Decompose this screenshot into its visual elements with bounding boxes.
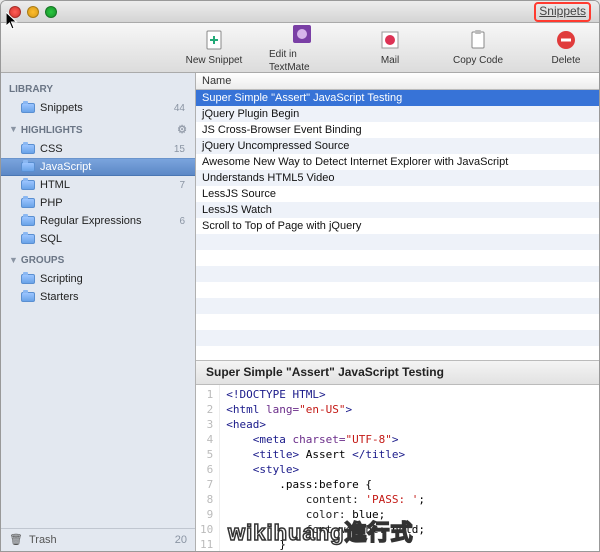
folder-icon: [21, 274, 35, 284]
snippet-list[interactable]: Super Simple "Assert" JavaScript Testing…: [196, 90, 599, 360]
list-row[interactable]: Super Simple "Assert" JavaScript Testing: [196, 90, 599, 106]
folder-icon: [21, 180, 35, 190]
sidebar-item-label: PHP: [40, 196, 63, 210]
list-row[interactable]: [196, 234, 599, 250]
list-row[interactable]: Scroll to Top of Page with jQuery: [196, 218, 599, 234]
line-gutter: 1 2 3 4 5 6 7 8 9 10 11 12 13 14 15 16 1…: [196, 385, 220, 551]
sidebar-item-html[interactable]: HTML 7: [1, 176, 195, 194]
list-row[interactable]: Awesome New Way to Detect Internet Explo…: [196, 154, 599, 170]
disclosure-icon: ▼: [9, 255, 18, 267]
new-snippet-label: New Snippet: [186, 54, 243, 67]
sidebar: LIBRARY Snippets 44 ▼ HIGHLIGHTS ⚙ CSS 15…: [1, 73, 196, 551]
sidebar-item-count: 7: [179, 179, 189, 192]
stamp-icon: [378, 28, 402, 52]
sidebar-item-php[interactable]: PHP: [1, 194, 195, 212]
zoom-window-button[interactable]: [45, 6, 57, 18]
sidebar-item-label: HTML: [40, 178, 70, 192]
sidebar-item-label: Starters: [40, 290, 79, 304]
sidebar-item-label: JavaScript: [40, 160, 91, 174]
list-row[interactable]: jQuery Plugin Begin: [196, 106, 599, 122]
minimize-window-button[interactable]: [27, 6, 39, 18]
delete-icon: [554, 28, 578, 52]
sidebar-item-javascript[interactable]: JavaScript: [1, 158, 195, 176]
edit-textmate-button[interactable]: Edit in TextMate: [269, 22, 335, 74]
textmate-icon: [290, 22, 314, 46]
sidebar-item-count: 44: [174, 102, 189, 115]
highlights-header[interactable]: ▼ HIGHLIGHTS ⚙: [1, 117, 195, 140]
sidebar-item-label: CSS: [40, 142, 63, 156]
library-header: LIBRARY: [1, 77, 195, 99]
sidebar-item-snippets[interactable]: Snippets 44: [1, 99, 195, 117]
list-row[interactable]: JS Cross-Browser Event Binding: [196, 122, 599, 138]
list-row[interactable]: [196, 282, 599, 298]
sidebar-item-css[interactable]: CSS 15: [1, 140, 195, 158]
list-row[interactable]: [196, 314, 599, 330]
list-row[interactable]: Understands HTML5 Video: [196, 170, 599, 186]
list-row[interactable]: [196, 346, 599, 360]
delete-button[interactable]: Delete: [533, 28, 599, 67]
sidebar-item-scripting[interactable]: Scripting: [1, 270, 195, 288]
sidebar-item-sql[interactable]: SQL: [1, 230, 195, 248]
gear-icon[interactable]: ⚙: [177, 123, 187, 137]
sidebar-main: LIBRARY Snippets 44 ▼ HIGHLIGHTS ⚙ CSS 15…: [1, 73, 195, 528]
mail-label: Mail: [381, 54, 399, 67]
delete-label: Delete: [552, 54, 581, 67]
window-controls: [9, 6, 57, 18]
copy-code-label: Copy Code: [453, 54, 503, 67]
close-window-button[interactable]: [9, 6, 21, 18]
folder-icon: [21, 234, 35, 244]
list-header-name[interactable]: Name: [196, 73, 599, 90]
app-window: Snippets New Snippet Edit in TextMate Ma…: [0, 0, 600, 552]
folder-icon: [21, 162, 35, 172]
code-content[interactable]: <!DOCTYPE HTML> <html lang="en-US"> <hea…: [220, 385, 425, 551]
body: LIBRARY Snippets 44 ▼ HIGHLIGHTS ⚙ CSS 15…: [1, 73, 599, 551]
trash-label: Trash: [29, 533, 57, 547]
sidebar-item-label: Regular Expressions: [40, 214, 142, 228]
list-row[interactable]: [196, 266, 599, 282]
sidebar-item-count: 15: [174, 143, 189, 156]
window-title: Snippets: [536, 4, 589, 20]
sidebar-item-label: SQL: [40, 232, 62, 246]
sidebar-trash[interactable]: 🗑 Trash 20: [1, 528, 195, 551]
folder-icon: [21, 103, 35, 113]
folder-icon: [21, 216, 35, 226]
sidebar-item-regex[interactable]: Regular Expressions 6: [1, 212, 195, 230]
detail-title: Super Simple "Assert" JavaScript Testing: [196, 361, 599, 385]
code-view[interactable]: 1 2 3 4 5 6 7 8 9 10 11 12 13 14 15 16 1…: [196, 385, 599, 551]
sidebar-item-starters[interactable]: Starters: [1, 288, 195, 306]
edit-textmate-label: Edit in TextMate: [269, 48, 335, 74]
list-row[interactable]: [196, 250, 599, 266]
groups-header[interactable]: ▼GROUPS: [1, 248, 195, 270]
list-row[interactable]: jQuery Uncompressed Source: [196, 138, 599, 154]
main-pane: Name Super Simple "Assert" JavaScript Te…: [196, 73, 599, 551]
sidebar-item-count: 6: [179, 215, 189, 228]
toolbar: New Snippet Edit in TextMate Mail Copy C…: [1, 23, 599, 73]
folder-icon: [21, 198, 35, 208]
copy-code-button[interactable]: Copy Code: [445, 28, 511, 67]
titlebar[interactable]: Snippets: [1, 1, 599, 23]
folder-icon: [21, 144, 35, 154]
list-row[interactable]: LessJS Watch: [196, 202, 599, 218]
new-snippet-button[interactable]: New Snippet: [181, 28, 247, 67]
list-row[interactable]: [196, 330, 599, 346]
clipboard-icon: [466, 28, 490, 52]
trash-count: 20: [175, 533, 187, 547]
sidebar-item-label: Snippets: [40, 101, 83, 115]
sidebar-item-label: Scripting: [40, 272, 83, 286]
detail-pane: Super Simple "Assert" JavaScript Testing…: [196, 360, 599, 551]
trash-icon: 🗑: [9, 533, 23, 547]
mail-button[interactable]: Mail: [357, 28, 423, 67]
new-snippet-icon: [202, 28, 226, 52]
list-row[interactable]: [196, 298, 599, 314]
folder-icon: [21, 292, 35, 302]
list-row[interactable]: LessJS Source: [196, 186, 599, 202]
disclosure-icon: ▼: [9, 124, 18, 136]
